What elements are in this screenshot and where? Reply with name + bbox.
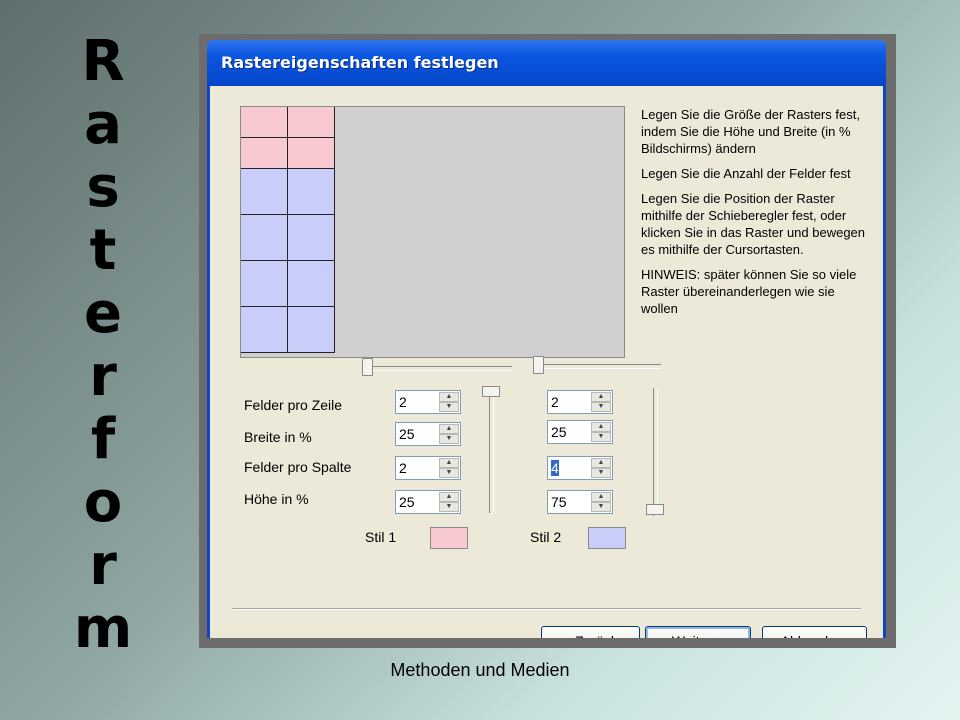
spin-down-icon[interactable]: ▼	[439, 502, 459, 512]
grid-preview[interactable]	[240, 106, 625, 358]
grid-cell-style2[interactable]	[241, 215, 288, 261]
spin-down-icon[interactable]: ▼	[439, 434, 459, 444]
title-letter: o	[83, 470, 123, 535]
spin-up-icon[interactable]: ▲	[591, 392, 611, 402]
spinner-value[interactable]: 25	[399, 494, 415, 510]
grid-cell-style1[interactable]	[288, 138, 335, 169]
info-paragraph-hint: HINWEIS: später können Sie so viele Rast…	[641, 267, 857, 316]
info-text: Legen Sie die Größe der Rasters fest, in…	[641, 106, 871, 325]
spin-up-icon[interactable]: ▲	[439, 492, 459, 502]
grid-cell-style1[interactable]	[288, 107, 335, 138]
grid-cell-style2[interactable]	[288, 169, 335, 215]
spinner-value[interactable]: 25	[399, 426, 415, 442]
separator	[232, 608, 861, 610]
spin-up-icon[interactable]: ▲	[439, 392, 459, 402]
style2-felder-pro-spalte-spinner[interactable]: 4 ▲ ▼	[547, 456, 613, 480]
slide-footer: Methoden und Medien	[390, 660, 570, 680]
slider-thumb[interactable]	[362, 358, 373, 376]
next-button[interactable]: Weiter >	[645, 626, 751, 638]
title-letter: r	[89, 533, 117, 598]
style1-vertical-slider[interactable]	[481, 386, 501, 513]
grid-cell-style2[interactable]	[241, 261, 288, 307]
info-paragraph-position: Legen Sie die Position der Raster mithil…	[641, 191, 866, 257]
spin-down-icon[interactable]: ▼	[591, 402, 611, 412]
spinner-value[interactable]: 75	[551, 494, 567, 510]
title-letter: t	[89, 218, 117, 283]
title-letter: a	[84, 92, 122, 157]
grid-cell-style2[interactable]	[288, 215, 335, 261]
spin-up-icon[interactable]: ▲	[591, 458, 611, 468]
grid-cell-style2[interactable]	[241, 307, 288, 353]
style1-color-swatch[interactable]	[430, 527, 468, 549]
grid-cells[interactable]	[241, 107, 335, 353]
title-letter: r	[89, 344, 117, 409]
style1-hoehe-spinner[interactable]: 25 ▲ ▼	[395, 490, 461, 514]
label-felder-pro-spalte: Felder pro Spalte	[244, 459, 352, 475]
spin-up-icon[interactable]: ▲	[439, 458, 459, 468]
title-letter: s	[86, 155, 120, 220]
grid-cell-style2[interactable]	[241, 169, 288, 215]
grid-cell-style2[interactable]	[288, 261, 335, 307]
style2-horizontal-slider[interactable]	[533, 356, 661, 376]
info-paragraph-count: Legen Sie die Anzahl der Felder fest	[641, 166, 851, 181]
vertical-slide-title: Rasterform	[48, 30, 158, 660]
spinner-value[interactable]: 2	[399, 394, 407, 410]
spinner-value[interactable]: 25	[551, 424, 567, 440]
grid-cell-style1[interactable]	[241, 107, 288, 138]
info-paragraph-size: Legen Sie die Größe der Rasters fest, in…	[641, 107, 860, 156]
title-letter: m	[73, 596, 133, 661]
slider-thumb[interactable]	[533, 356, 544, 374]
style2-color-swatch[interactable]	[588, 527, 626, 549]
cancel-button[interactable]: Abbrechen	[762, 626, 867, 638]
style1-felder-pro-zeile-spinner[interactable]: 2 ▲ ▼	[395, 390, 461, 414]
label-breite: Breite in %	[244, 429, 312, 445]
spinner-value[interactable]: 2	[399, 460, 407, 476]
style2-vertical-slider[interactable]	[645, 388, 665, 516]
label-felder-pro-zeile: Felder pro Zeile	[244, 397, 343, 413]
spin-up-icon[interactable]: ▲	[591, 422, 611, 432]
dialog-client-area: Legen Sie die Größe der Rasters fest, in…	[210, 86, 883, 638]
spin-up-icon[interactable]: ▲	[591, 492, 611, 502]
style1-felder-pro-spalte-spinner[interactable]: 2 ▲ ▼	[395, 456, 461, 480]
spin-down-icon[interactable]: ▼	[439, 402, 459, 412]
title-letter: f	[90, 407, 116, 472]
grid-cell-style1[interactable]	[241, 138, 288, 169]
spin-down-icon[interactable]: ▼	[591, 502, 611, 512]
style1-horizontal-slider[interactable]	[362, 358, 512, 378]
style2-breite-spinner[interactable]: 25 ▲ ▼	[547, 420, 613, 444]
back-button[interactable]: < Zurück	[541, 626, 640, 638]
title-letter: R	[81, 29, 125, 94]
style1-breite-spinner[interactable]: 25 ▲ ▼	[395, 422, 461, 446]
spin-down-icon[interactable]: ▼	[439, 468, 459, 478]
style2-hoehe-spinner[interactable]: 75 ▲ ▼	[547, 490, 613, 514]
spin-up-icon[interactable]: ▲	[439, 424, 459, 434]
spin-down-icon[interactable]: ▼	[591, 432, 611, 442]
spinner-value[interactable]: 2	[551, 394, 559, 410]
style1-label: Stil 1	[365, 529, 397, 545]
dialog-titlebar[interactable]: Rastereigenschaften festlegen	[207, 40, 886, 86]
style2-label: Stil 2	[530, 529, 562, 545]
slider-thumb[interactable]	[646, 504, 664, 515]
dialog-title: Rastereigenschaften festlegen	[221, 53, 499, 72]
spin-down-icon[interactable]: ▼	[591, 468, 611, 478]
slider-thumb[interactable]	[482, 386, 500, 397]
dialog-window: Rastereigenschaften festlegen Legen Sie …	[207, 40, 886, 638]
label-hoehe: Höhe in %	[244, 491, 309, 507]
spinner-value-selected[interactable]: 4	[551, 460, 559, 476]
style2-felder-pro-zeile-spinner[interactable]: 2 ▲ ▼	[547, 390, 613, 414]
grid-cell-style2[interactable]	[288, 307, 335, 353]
title-letter: e	[84, 281, 122, 346]
